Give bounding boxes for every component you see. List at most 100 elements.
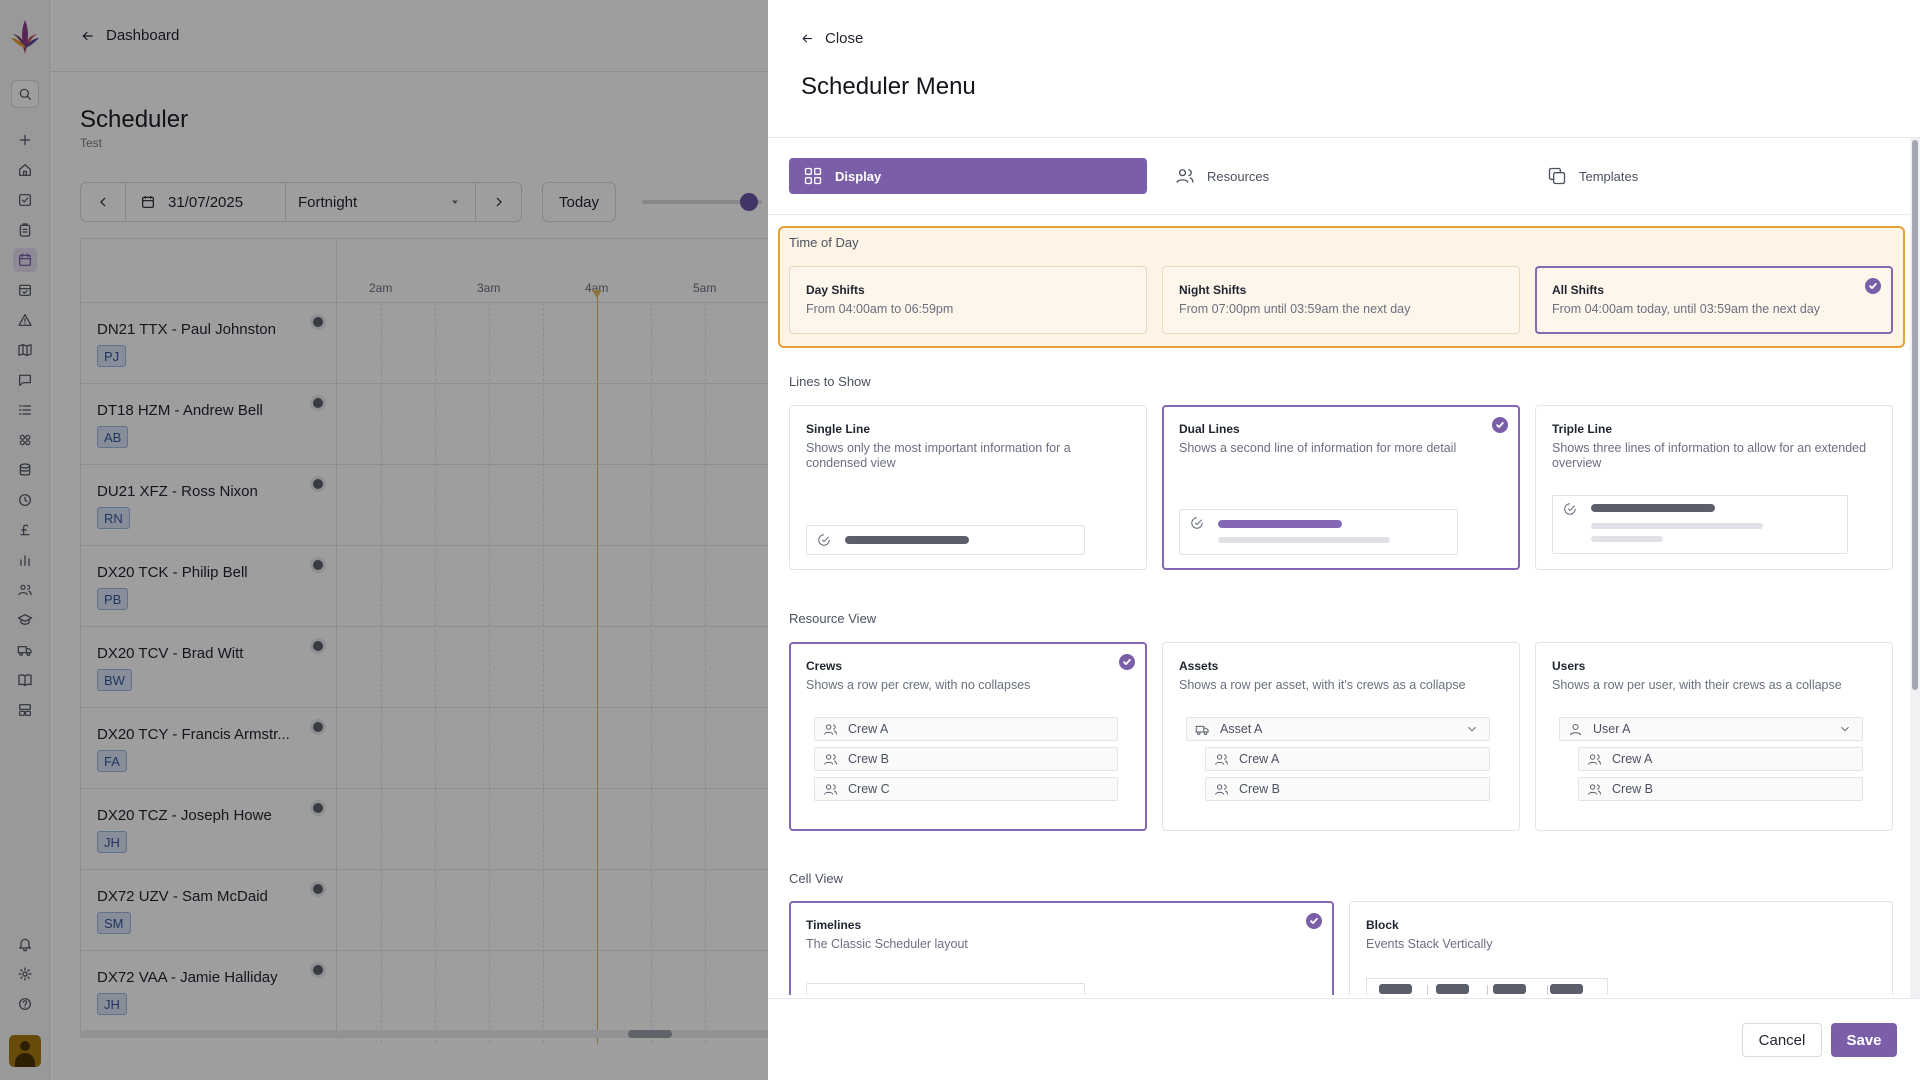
item-label: User A — [1593, 722, 1631, 736]
option-description: The Classic Scheduler layout — [806, 937, 968, 951]
section-label: Cell View — [789, 871, 843, 886]
option-title: Triple Line — [1552, 422, 1613, 436]
timeline-preview — [806, 983, 1085, 995]
users-icon — [1588, 753, 1601, 765]
item-label: Crew B — [848, 752, 889, 766]
preview-block — [1436, 984, 1469, 994]
option-description: Shows a row per crew, with no collapses — [806, 678, 1031, 692]
item-label: Crew A — [1239, 752, 1280, 766]
option-users[interactable]: Users Shows a row per user, with their c… — [1535, 642, 1893, 831]
crew-item: Crew A — [1578, 747, 1863, 771]
section-label: Lines to Show — [789, 374, 871, 389]
close-label: Close — [825, 30, 864, 47]
check-circle-icon — [817, 533, 831, 547]
divider — [768, 137, 1920, 138]
user-icon — [1570, 723, 1581, 735]
menu-tabs: Display Resources Templates — [789, 158, 1893, 194]
option-single-line[interactable]: Single Line Shows only the most importan… — [789, 405, 1147, 570]
option-title: Assets — [1179, 659, 1219, 673]
option-assets[interactable]: Assets Shows a row per asset, with it's … — [1162, 642, 1520, 831]
block-preview — [1366, 978, 1608, 995]
preview-block — [1550, 984, 1583, 994]
crew-item: Crew B — [814, 747, 1118, 771]
preview-line — [1591, 504, 1715, 512]
close-button[interactable]: Close — [800, 30, 863, 47]
option-title: Day Shifts — [806, 283, 865, 297]
option-description: Shows only the most important informatio… — [806, 441, 1071, 470]
item-label: Crew A — [848, 722, 889, 736]
check-icon — [1306, 913, 1322, 929]
check-circle-icon — [1563, 502, 1577, 516]
preview-block — [1493, 984, 1526, 994]
option-description: From 07:00pm until 03:59am the next day — [1179, 302, 1411, 316]
option-title: Block — [1366, 918, 1399, 932]
item-label: Crew B — [1239, 782, 1280, 796]
single-line-preview — [806, 525, 1085, 555]
tab-display[interactable]: Display — [789, 158, 1147, 194]
users-icon — [824, 723, 837, 735]
dual-line-preview — [1179, 509, 1458, 555]
save-button[interactable]: Save — [1831, 1023, 1897, 1057]
drawer-title: Scheduler Menu — [801, 73, 976, 100]
option-title: Dual Lines — [1179, 422, 1240, 436]
scheduler-menu-drawer: Close Scheduler Menu Display Resources T… — [768, 0, 1920, 1080]
option-triple-line[interactable]: Triple Line Shows three lines of informa… — [1535, 405, 1893, 570]
option-crews[interactable]: Crews Shows a row per crew, with no coll… — [789, 642, 1147, 831]
check-circle-icon — [1190, 516, 1204, 530]
option-description: Shows a row per asset, with it's crews a… — [1179, 678, 1466, 692]
crew-item: Crew B — [1578, 777, 1863, 801]
divider — [1487, 985, 1488, 995]
asset-item: Asset A — [1186, 717, 1490, 741]
option-night-shifts[interactable]: Night Shifts From 07:00pm until 03:59am … — [1162, 266, 1520, 334]
option-title: Crews — [806, 659, 843, 673]
item-label: Crew C — [848, 782, 890, 796]
triple-line-preview — [1552, 495, 1848, 554]
users-icon — [1215, 753, 1228, 765]
cancel-button[interactable]: Cancel — [1742, 1023, 1822, 1057]
tab-label: Templates — [1579, 168, 1639, 184]
scrollbar-thumb[interactable] — [1912, 140, 1918, 690]
truck-icon — [1195, 725, 1209, 735]
preview-block — [1379, 984, 1412, 994]
option-all-shifts[interactable]: All Shifts From 04:00am today, until 03:… — [1535, 266, 1893, 334]
preview-line — [1591, 523, 1763, 529]
option-title: Night Shifts — [1179, 283, 1247, 297]
tab-templates[interactable]: Templates — [1533, 158, 1891, 194]
arrow-left-icon — [802, 34, 812, 43]
option-day-shifts[interactable]: Day Shifts From 04:00am to 06:59pm — [789, 266, 1147, 334]
crew-item: Crew B — [1205, 777, 1490, 801]
preview-line — [845, 536, 969, 544]
user-item: User A — [1559, 717, 1863, 741]
divider — [1547, 985, 1548, 995]
chevron-down-icon — [1841, 726, 1849, 732]
users-icon — [824, 783, 837, 795]
option-title: Timelines — [806, 918, 862, 932]
option-block[interactable]: Block Events Stack Vertically — [1349, 901, 1893, 995]
preview-line — [1218, 520, 1342, 528]
crew-item: Crew A — [814, 717, 1118, 741]
preview-line — [1218, 537, 1390, 543]
option-timelines[interactable]: Timelines The Classic Scheduler layout — [789, 901, 1334, 995]
modal-backdrop[interactable] — [0, 0, 768, 1080]
option-description: Shows three lines of information to allo… — [1552, 441, 1867, 470]
chevron-down-icon — [1468, 726, 1476, 732]
crew-item: Crew A — [1205, 747, 1490, 771]
item-label: Crew A — [1612, 752, 1653, 766]
tab-resources[interactable]: Resources — [1161, 158, 1519, 194]
check-icon — [1119, 654, 1135, 670]
option-description: From 04:00am to 06:59pm — [806, 302, 954, 316]
option-description: Events Stack Vertically — [1366, 937, 1493, 951]
copy-icon — [1548, 167, 1566, 185]
preview-line — [1591, 536, 1663, 542]
users-icon — [1176, 169, 1194, 183]
users-icon — [1215, 783, 1228, 795]
divider — [1427, 985, 1428, 995]
check-icon — [1492, 417, 1508, 433]
item-label: Asset A — [1220, 722, 1263, 736]
option-title: Users — [1552, 659, 1586, 673]
option-description: Shows a second line of information for m… — [1179, 441, 1457, 455]
section-label: Resource View — [789, 611, 877, 626]
vertical-scrollbar[interactable] — [1910, 138, 1920, 998]
option-dual-lines[interactable]: Dual Lines Shows a second line of inform… — [1162, 405, 1520, 570]
crew-item: Crew C — [814, 777, 1118, 801]
